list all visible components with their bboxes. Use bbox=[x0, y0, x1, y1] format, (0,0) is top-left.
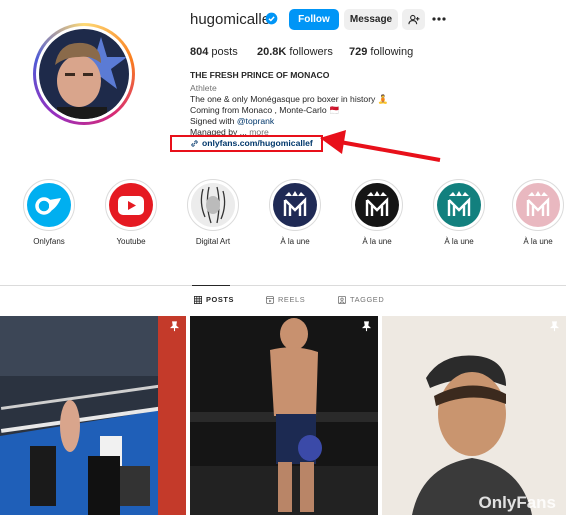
bio-link-text[interactable]: onlyfans.com/hugomicallef bbox=[202, 138, 313, 148]
youtube-icon bbox=[109, 183, 153, 227]
highlight-label: À la une bbox=[280, 237, 310, 246]
following-count: 729 bbox=[349, 46, 368, 58]
grid-icon bbox=[194, 295, 202, 304]
highlight-label: Onlyfans bbox=[33, 237, 65, 246]
highlight-label: Digital Art bbox=[195, 237, 231, 246]
monogram-logo-icon bbox=[516, 183, 560, 227]
post-thumbnail[interactable] bbox=[190, 316, 378, 515]
monogram-logo-icon bbox=[273, 183, 317, 227]
posts-label: posts bbox=[211, 46, 238, 58]
post-image-boxing-ring bbox=[0, 316, 186, 515]
tab-posts-label: POSTS bbox=[206, 295, 235, 304]
onlyfans-icon bbox=[27, 183, 71, 227]
follow-button[interactable]: Follow bbox=[289, 9, 339, 30]
more-options-icon[interactable] bbox=[431, 12, 447, 26]
tab-reels-label: REELS bbox=[278, 295, 306, 304]
bio-line: Coming from Monaco , Monte-Carlo 🇲🇨 bbox=[190, 105, 340, 115]
monogram-logo-icon bbox=[437, 183, 481, 227]
bio-link[interactable]: onlyfans.com/hugomicallef bbox=[190, 138, 313, 148]
verified-icon bbox=[265, 12, 278, 25]
reels-icon bbox=[266, 295, 274, 304]
highlight-youtube[interactable]: Youtube bbox=[103, 179, 159, 246]
highlight-digital-art[interactable]: Digital Art bbox=[185, 179, 241, 246]
digital-art-thumbnail bbox=[191, 183, 235, 227]
pin-icon bbox=[549, 321, 560, 332]
bio-line: The one & only Monégasque pro boxer in h… bbox=[190, 94, 389, 104]
highlight-a-la-une-4[interactable]: À la une bbox=[510, 179, 566, 246]
bio-category: Athlete bbox=[190, 83, 217, 93]
signed-prefix: Signed with bbox=[190, 116, 237, 126]
monogram-logo-icon bbox=[355, 183, 399, 227]
highlight-a-la-une-1[interactable]: À la une bbox=[267, 179, 323, 246]
bio-signed: Signed with @toprank bbox=[190, 116, 274, 126]
tab-reels[interactable]: REELS bbox=[266, 295, 305, 304]
tabs-divider bbox=[0, 285, 566, 286]
following-label: following bbox=[370, 46, 414, 58]
pin-icon bbox=[169, 321, 180, 332]
posts-stat: 804 posts bbox=[190, 46, 238, 58]
post-thumbnail[interactable] bbox=[0, 316, 186, 515]
add-user-icon bbox=[407, 14, 419, 24]
highlight-onlyfans[interactable]: Onlyfans bbox=[21, 179, 77, 246]
highlight-label: À la une bbox=[362, 237, 392, 246]
avatar-photo bbox=[39, 29, 129, 119]
highlight-label: À la une bbox=[444, 237, 474, 246]
onlyfans-watermark: OnlyFans bbox=[478, 493, 556, 512]
suggested-users-button[interactable] bbox=[402, 9, 425, 30]
post-thumbnail[interactable]: OnlyFans bbox=[382, 316, 566, 515]
followers-stat[interactable]: 20.8K followers bbox=[257, 46, 333, 58]
tagged-icon bbox=[338, 295, 346, 304]
tab-tagged[interactable]: TAGGED bbox=[338, 295, 384, 304]
post-image-portrait bbox=[382, 316, 566, 515]
active-tab-indicator bbox=[192, 285, 230, 286]
followers-label: followers bbox=[289, 46, 333, 58]
message-button[interactable]: Message bbox=[344, 9, 398, 30]
posts-count: 804 bbox=[190, 46, 209, 58]
post-image-boxer bbox=[190, 316, 378, 515]
highlight-label: À la une bbox=[523, 237, 553, 246]
highlight-a-la-une-2[interactable]: À la une bbox=[349, 179, 405, 246]
highlight-a-la-une-3[interactable]: À la une bbox=[431, 179, 487, 246]
followers-count: 20.8K bbox=[257, 46, 287, 58]
following-stat[interactable]: 729 following bbox=[349, 46, 413, 58]
profile-avatar[interactable] bbox=[33, 23, 135, 125]
username: hugomicallef bbox=[190, 11, 275, 28]
link-icon bbox=[191, 139, 198, 147]
tab-tagged-label: TAGGED bbox=[350, 295, 385, 304]
mention-link[interactable]: @toprank bbox=[237, 116, 274, 126]
highlight-label: Youtube bbox=[116, 237, 146, 246]
tab-posts[interactable]: POSTS bbox=[194, 295, 234, 304]
pin-icon bbox=[361, 321, 372, 332]
bio-name: THE FRESH PRINCE OF MONACO bbox=[190, 70, 330, 80]
annotation-arrow bbox=[320, 130, 441, 162]
